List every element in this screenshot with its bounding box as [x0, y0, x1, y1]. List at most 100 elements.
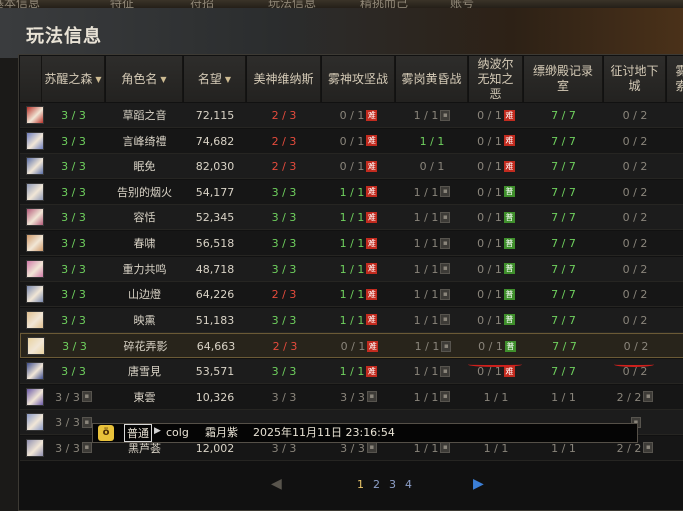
character-name-cell[interactable]: 告别的烟火: [106, 180, 183, 205]
chat-bubble-icon[interactable]: ö: [98, 425, 114, 441]
record-room-cell-value: 1 / 1: [551, 391, 576, 404]
dungeon-cell-value: 0 / 2: [623, 237, 648, 250]
hard-mode-badge: 难: [366, 135, 377, 146]
top-tab[interactable]: 玩法信息: [268, 0, 316, 8]
mist-dusk-cell-value: 1 / 1: [414, 237, 439, 250]
fame-cell: 82,030: [184, 154, 246, 179]
mist-dusk-cell: 0 / 1: [396, 154, 468, 179]
character-name-cell[interactable]: 碎花弄影: [107, 334, 184, 359]
chat-sender[interactable]: 霜月紫: [205, 424, 238, 442]
top-tab[interactable]: 特征: [110, 0, 134, 8]
normal-mode-badge: 普: [504, 238, 515, 249]
page-4[interactable]: 4: [405, 478, 412, 491]
top-tab[interactable]: 符招: [190, 0, 214, 8]
awake-forest-cell-value: 3 / 3: [61, 109, 86, 122]
column-header-label: 纳波尔无知之恶: [473, 57, 519, 102]
character-name-cell[interactable]: 映熏: [106, 308, 183, 333]
record-room-cell-value: 7 / 7: [551, 135, 576, 148]
table-row[interactable]: 3 / 3山边燈64,2262 / 31 / 1难1 / 1▪0 / 1普7 /…: [20, 282, 683, 307]
table-row[interactable]: 3 / 3告别的烟火54,1773 / 31 / 1难1 / 1▪0 / 1普7…: [20, 180, 683, 205]
character-name-cell[interactable]: 唐雪見: [106, 359, 183, 384]
column-header-label: 苏醒之森: [44, 72, 92, 87]
table-row[interactable]: 3 / 3言峰绮禮74,6822 / 30 / 1难1 / 10 / 1难7 /…: [20, 129, 683, 154]
venus-cell: 2 / 3: [247, 282, 321, 307]
dungeon-cell-value: 0 / 2: [623, 160, 648, 173]
dungeon-cell: 0 / 2: [604, 308, 666, 333]
character-name-cell[interactable]: 山边燈: [106, 282, 183, 307]
mist-dusk-cell: 1 / 1▪: [396, 180, 468, 205]
awake-forest-cell: 3 / 3: [42, 231, 105, 256]
column-header: 缥缈殿记录室: [524, 56, 603, 102]
top-tab[interactable]: 精挑而己: [360, 0, 408, 8]
lock-icon: ▪: [82, 442, 92, 453]
nabor-cell: 0 / 1普: [469, 205, 523, 230]
column-header[interactable]: 名望▼: [184, 56, 246, 102]
column-header[interactable]: 苏醒之森▼: [42, 56, 105, 102]
page-title: 玩法信息: [26, 22, 102, 48]
table-row[interactable]: 3 / 3春啸56,5183 / 31 / 1难1 / 1▪0 / 1普7 / …: [20, 231, 683, 256]
table-row[interactable]: 3 / 3眠免82,0302 / 30 / 1难0 / 10 / 1难7 / 7…: [20, 154, 683, 179]
table-row[interactable]: 3 / 3映熏51,1833 / 31 / 1难1 / 1▪0 / 1普7 / …: [20, 308, 683, 333]
record-room-cell-value: 7 / 7: [551, 263, 576, 276]
mist-dusk-cell-value: 1 / 1: [414, 263, 439, 276]
prev-page-icon[interactable]: ◀: [271, 476, 282, 492]
nabor-cell-value: 0 / 1: [477, 109, 502, 122]
table-row[interactable]: 3 / 3重力共鸣48,7183 / 31 / 1难1 / 1▪0 / 1普7 …: [20, 257, 683, 282]
table-row[interactable]: 3 / 3▪東雲10,3263 / 33 / 3▪1 / 1▪1 / 11 / …: [20, 385, 683, 410]
column-header[interactable]: 角色名▼: [106, 56, 183, 102]
chat-channel-tag[interactable]: 普通: [124, 424, 152, 442]
venus-cell: 2 / 3: [247, 129, 321, 154]
column-header-label: 雾岗黄昏战: [401, 72, 461, 87]
record-room-cell: 7 / 7: [524, 103, 603, 128]
awake-forest-cell: 3 / 3▪: [42, 385, 105, 410]
character-name-cell[interactable]: 言峰绮禮: [106, 129, 183, 154]
next-page-icon[interactable]: ▶: [473, 476, 484, 492]
nabor-cell-value: 0 / 1: [477, 186, 502, 199]
awake-forest-cell-value: 3 / 3: [55, 391, 80, 404]
sort-arrow-icon[interactable]: ▼: [95, 72, 101, 87]
hard-mode-badge: 难: [504, 110, 515, 121]
venus-cell: 3 / 3: [247, 359, 321, 384]
top-tab[interactable]: 账号: [450, 0, 474, 8]
hard-mode-badge: 难: [366, 289, 377, 300]
top-tab-strip: 基本信息 特征 符招 玩法信息 精挑而己 账号: [0, 0, 683, 8]
mist-siege-cell-value: 1 / 1: [340, 365, 365, 378]
mist-dusk-cell-value: 1 / 1: [420, 135, 445, 148]
red-underline-mark: [614, 362, 654, 367]
sort-arrow-icon[interactable]: ▼: [160, 72, 166, 87]
table-row[interactable]: 3 / 3唐雪見53,5713 / 31 / 1难1 / 1▪0 / 1难7 /…: [20, 359, 683, 384]
mist-dusk-cell-value: 0 / 1: [420, 160, 445, 173]
character-name-cell[interactable]: 春啸: [106, 231, 183, 256]
character-name-cell[interactable]: 眠免: [106, 154, 183, 179]
character-name-cell[interactable]: 重力共鸣: [106, 257, 183, 282]
character-name-cell[interactable]: 容恬: [106, 205, 183, 230]
table-row[interactable]: 3 / 3容恬52,3453 / 31 / 1难1 / 1▪0 / 1普7 / …: [20, 205, 683, 230]
mist-dusk-cell: 1 / 1▪: [397, 334, 469, 359]
awake-forest-cell: 3 / 3: [42, 129, 105, 154]
dungeon-cell: 0 / 2: [604, 180, 666, 205]
mist-siege-cell-value: 1 / 1: [340, 186, 365, 199]
fame-cell-value: 64,663: [197, 340, 236, 353]
table-row[interactable]: 3 / 3碎花弄影64,6632 / 30 / 1难1 / 1▪0 / 1普7 …: [20, 333, 683, 358]
character-name-cell[interactable]: 草蹈之音: [106, 103, 183, 128]
page-2[interactable]: 2: [373, 478, 380, 491]
mist-siege-cell-value: 1 / 1: [340, 263, 365, 276]
fame-cell-value: 51,183: [196, 314, 235, 327]
character-name-cell-value: 唐雪見: [128, 365, 161, 378]
nabor-cell: 0 / 1普: [470, 334, 524, 359]
awake-forest-cell-value: 3 / 3: [55, 416, 80, 429]
dungeon-cell: 0 / 2: [604, 154, 666, 179]
character-name-cell-value: 重力共鸣: [123, 263, 167, 276]
sort-arrow-icon[interactable]: ▼: [225, 72, 231, 87]
page-3[interactable]: 3: [389, 478, 396, 491]
top-tab[interactable]: 基本信息: [0, 0, 40, 8]
chat-message-bar[interactable]: ö 普通 ▶ colg 霜月紫 2025年11月11日 23:16:54: [92, 423, 638, 443]
record-room-cell-value: 7 / 7: [551, 186, 576, 199]
venus-cell-value: 3 / 3: [272, 263, 297, 276]
character-name-cell[interactable]: 東雲: [106, 385, 183, 410]
table-row[interactable]: 3 / 3草蹈之音72,1152 / 30 / 1难1 / 1▪0 / 1难7 …: [20, 103, 683, 128]
venus-cell-value: 2 / 3: [272, 109, 297, 122]
page-1[interactable]: 1: [357, 478, 364, 491]
hard-mode-badge: 难: [366, 263, 377, 274]
hard-mode-badge: 难: [366, 161, 377, 172]
